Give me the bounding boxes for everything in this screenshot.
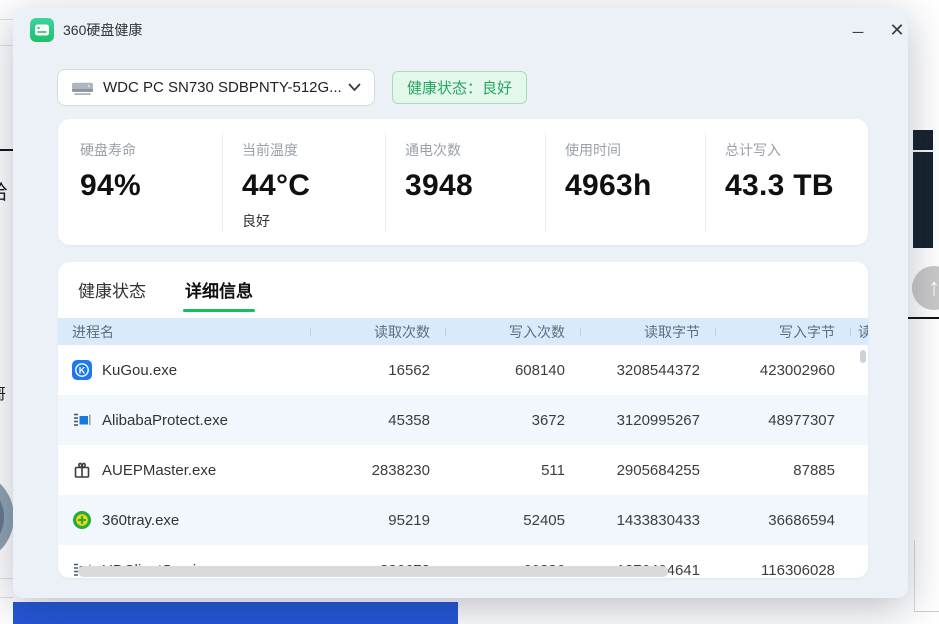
table-cell: 48977307: [715, 412, 850, 429]
stat-value: 44°C: [242, 169, 377, 202]
selected-drive-label: WDC PC SN730 SDBPNTY-512G...: [103, 79, 342, 96]
process-name: KuGou.exe: [102, 362, 177, 379]
column-header: 写入次数: [445, 322, 580, 342]
window-title: 360硬盘健康: [63, 20, 142, 40]
stat-value: 94%: [80, 169, 214, 202]
auep-master-icon: [72, 460, 92, 480]
svg-text:K: K: [79, 365, 86, 375]
table-cell: 3208544372: [580, 362, 715, 379]
stat-card: 硬盘寿命 94%: [58, 133, 222, 231]
table-cell: 45358: [310, 412, 445, 429]
stat-label: 硬盘寿命: [80, 140, 214, 160]
tab-details[interactable]: 详细信息: [185, 277, 253, 312]
stat-label: 当前温度: [242, 140, 377, 160]
process-name-cell: 360tray.exe: [58, 510, 310, 530]
background-grid-line: [914, 540, 915, 612]
stat-card: 总计写入 43.3 TB: [705, 133, 868, 231]
stat-card: 使用时间 4963h: [545, 133, 705, 231]
process-name-cell: K KuGou.exe: [58, 360, 310, 380]
table-body: K KuGou.exe 165626081403208544372423002960…: [58, 345, 868, 578]
table-cell: 511: [445, 462, 580, 479]
table-cell: 2838230: [310, 462, 445, 479]
table-header-row: 进程名读取次数写入次数读取字节写入字节读: [58, 318, 868, 345]
stat-label: 总计写入: [725, 140, 860, 160]
table-cell: 52405: [445, 512, 580, 529]
background-rule-line: [908, 317, 939, 319]
stat-sub: 良好: [242, 211, 377, 231]
health-status-badge-text: 健康状态：良好: [407, 77, 512, 98]
minimize-button[interactable]: ─: [845, 24, 871, 41]
table-cell: 16562: [310, 362, 445, 379]
background-dark-strip: [913, 130, 933, 248]
app-logo-icon: [30, 18, 54, 42]
background-grid-line: [0, 578, 13, 579]
background-blue-bar: [13, 602, 458, 624]
table-cell: 3120995267: [580, 412, 715, 429]
table-cell: 95219: [310, 512, 445, 529]
background-clipped-text: 哥: [0, 383, 6, 404]
drive-selector-dropdown[interactable]: WDC PC SN730 SDBPNTY-512G...: [57, 69, 375, 106]
table-cell: 3672: [445, 412, 580, 429]
chevron-down-icon: [348, 83, 361, 92]
table-cell: 2905684255: [580, 462, 715, 479]
table-row[interactable]: AUEPMaster.exe 2838230511290568425587885: [58, 445, 868, 495]
stat-card: 通电次数 3948: [385, 133, 545, 231]
close-button[interactable]: ✕: [884, 20, 910, 41]
alibaba-protect-icon: [72, 410, 92, 430]
process-name: AlibabaProtect.exe: [102, 412, 228, 429]
hard-drive-icon: [71, 80, 94, 96]
stat-sub: [405, 211, 537, 227]
background-rule-line: [0, 149, 13, 151]
process-name-cell: AlibabaProtect.exe: [58, 410, 310, 430]
stat-label: 通电次数: [405, 140, 537, 160]
background-grid-line: [0, 45, 13, 46]
tab-health-status[interactable]: 健康状态: [78, 277, 146, 312]
table-row[interactable]: 360tray.exe 9521952405143383043336686594: [58, 495, 868, 545]
disk-health-window: 360硬盘健康 ─ ✕ WDC PC SN730 SDBPNTY-512G...…: [13, 8, 908, 598]
process-name: 360tray.exe: [102, 512, 179, 529]
background-grid-line: [914, 611, 939, 612]
stat-value: 3948: [405, 169, 537, 202]
titlebar: 360硬盘健康: [13, 8, 908, 52]
column-header: 进程名: [58, 322, 310, 342]
table-cell: 423002960: [715, 362, 850, 379]
arrow-up-icon: ↑: [928, 274, 939, 302]
background-grid-line: [0, 19, 13, 20]
stat-label: 使用时间: [565, 140, 697, 160]
table-cell: 87885: [715, 462, 850, 479]
table-cell: 116306028: [715, 562, 850, 579]
horizontal-scrollbar-thumb[interactable]: [78, 566, 668, 577]
360tray-icon: [72, 510, 92, 530]
process-name: AUEPMaster.exe: [102, 462, 216, 479]
table-cell: 36686594: [715, 512, 850, 529]
stat-card: 当前温度 44°C 良好: [222, 133, 385, 231]
background-grid-line: [0, 597, 13, 598]
stats-row: 硬盘寿命 94% 当前温度 44°C 良好 通电次数 3948 使用时间 4963h 总计写入 43…: [58, 119, 868, 245]
background-clipped-text: 给: [0, 176, 8, 205]
stat-value: 43.3 TB: [725, 169, 860, 202]
stat-sub: [565, 211, 697, 227]
table-row[interactable]: AlibabaProtect.exe 4535836723120995267489…: [58, 395, 868, 445]
process-name-cell: AUEPMaster.exe: [58, 460, 310, 480]
tab-bar: 健康状态 详细信息: [58, 262, 868, 312]
vertical-scrollbar-thumb[interactable]: [860, 350, 866, 363]
column-header: 读: [850, 322, 868, 342]
column-header: 写入字节: [715, 322, 850, 342]
table-cell: 608140: [445, 362, 580, 379]
detail-panel: 健康状态 详细信息 进程名读取次数写入次数读取字节写入字节读 K KuGou.exe…: [58, 262, 868, 578]
stat-sub: [725, 211, 860, 227]
stat-sub: [80, 211, 214, 227]
kugou-icon: K: [72, 360, 92, 380]
column-header: 读取次数: [310, 322, 445, 342]
health-status-badge: 健康状态：良好: [392, 71, 527, 104]
table-cell: 1433830433: [580, 512, 715, 529]
table-row[interactable]: K KuGou.exe 165626081403208544372423002960: [58, 345, 868, 395]
column-header: 读取字节: [580, 322, 715, 342]
stat-value: 4963h: [565, 169, 697, 202]
scroll-to-top-button[interactable]: ↑: [912, 266, 939, 310]
